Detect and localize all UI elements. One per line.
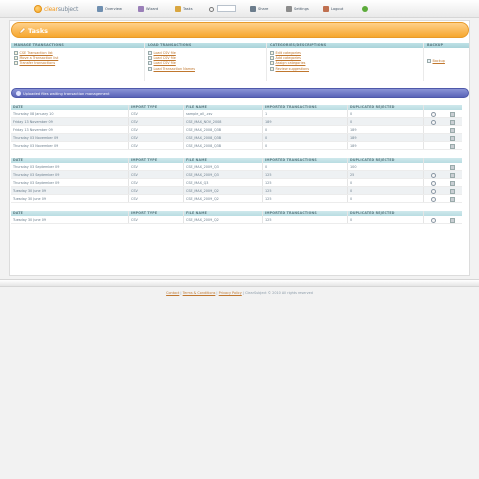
tasks-icon — [175, 6, 181, 12]
export-icon[interactable] — [450, 217, 455, 223]
task-sections: Manage Transactions CSE Transaction list… — [11, 43, 469, 81]
nav-wizard-label: Wizard — [146, 7, 159, 11]
nav-logout-label: Logout — [331, 7, 344, 11]
footer-link-privacy[interactable]: Privacy Policy — [219, 291, 242, 295]
view-icon[interactable] — [431, 172, 436, 178]
nav-tasks[interactable]: Tasks — [175, 5, 193, 13]
logout-icon — [323, 6, 329, 12]
uploads-table: Date Import Type File Name Imported Tran… — [11, 211, 462, 224]
footer-link-contact[interactable]: Contact — [166, 291, 179, 295]
backup-link[interactable]: Backup — [427, 58, 466, 63]
logo-mark-icon — [34, 5, 42, 13]
file-icon — [148, 50, 152, 55]
settings-icon — [286, 6, 292, 12]
table-row: Thursday 08 January 10 CSV sample_all_.csv… — [11, 110, 462, 118]
nav-logout[interactable]: Logout — [323, 5, 343, 13]
table-row: Thursday 03 September 09 CSV CSE_MAX_2009_… — [11, 171, 462, 179]
nav-settings-label: Settings — [294, 7, 309, 11]
export-icon[interactable] — [450, 180, 455, 186]
footer-link-terms[interactable]: Terms & Conditions — [183, 291, 216, 295]
nav-search[interactable] — [209, 5, 214, 13]
backup-icon — [427, 58, 431, 63]
nav-overview-label: Overview — [105, 7, 122, 11]
section-link[interactable]: Transfer transactions — [14, 61, 141, 66]
document-icon — [14, 56, 18, 61]
search-icon — [209, 6, 214, 12]
export-icon[interactable] — [450, 119, 455, 125]
table-row: Tuesday 30 June 09 CSV CSE_MAX_2009_Q2 125 0 — [11, 195, 462, 203]
footer-band — [0, 279, 479, 287]
nav-overview[interactable]: Overview — [97, 5, 122, 13]
search-input[interactable] — [217, 5, 236, 12]
export-icon[interactable] — [450, 188, 455, 194]
category-icon — [270, 56, 274, 61]
uploaded-files-title: Uploaded files waiting transaction manag… — [23, 91, 110, 96]
footer: Contact | Terms & Conditions | Privacy P… — [166, 291, 313, 295]
top-navigation-bar: clearsubject Overview Wizard Tasks Share… — [0, 0, 479, 18]
file-icon — [148, 61, 152, 66]
nav-wizard[interactable]: Wizard — [138, 5, 158, 13]
export-icon[interactable] — [450, 111, 455, 117]
page-title: Tasks — [28, 27, 49, 35]
table-row: Thursday 03 November 09 CSV CSE_MAX_2008_Q… — [11, 142, 462, 150]
table-row: Thursday 03 September 09 CSV CSE_MAX_Q3 125… — [11, 179, 462, 187]
view-icon[interactable] — [431, 119, 436, 125]
table-row: Thursday 03 September 09 CSV CSE_MAX_2009_… — [11, 163, 462, 171]
share-icon — [250, 6, 256, 12]
view-icon[interactable] — [431, 217, 436, 223]
uploaded-files-bar: Uploaded files waiting transaction manag… — [11, 88, 469, 98]
category-icon — [270, 61, 274, 66]
nav-settings[interactable]: Settings — [286, 5, 309, 13]
app-logo[interactable]: clearsubject — [34, 3, 78, 15]
uploads-table: Date Import Type File Name Imported Tran… — [11, 105, 462, 150]
logo-text: clearsubject — [44, 5, 79, 13]
view-icon[interactable] — [431, 180, 436, 186]
export-icon[interactable] — [450, 143, 455, 149]
help-icon — [362, 6, 368, 12]
table-row: Tuesday 30 June 09 CSV CSE_MAX_2009_Q2 125 0 — [11, 187, 462, 195]
section-link[interactable]: Review suggestions — [270, 66, 420, 71]
export-icon[interactable] — [450, 196, 455, 202]
export-icon[interactable] — [450, 172, 455, 178]
section-load-transactions: Load Transactions Load CSV file Load CSV… — [145, 43, 267, 81]
view-icon[interactable] — [431, 196, 436, 202]
nav-share[interactable]: Share — [250, 5, 268, 13]
nav-help[interactable] — [362, 5, 368, 13]
section-manage-transactions: Manage Transactions CSE Transaction list… — [11, 43, 145, 81]
export-icon[interactable] — [450, 135, 455, 141]
section-backup: Backup Backup — [424, 43, 469, 81]
category-icon — [270, 66, 274, 71]
document-icon — [14, 61, 18, 66]
view-icon[interactable] — [431, 111, 436, 117]
table-row: Tuesday 30 June 09 CSV CSE_MAX_2009_Q2 125 0 — [11, 216, 462, 224]
file-icon — [148, 66, 152, 71]
section-link[interactable]: Load Transaction Names — [148, 66, 263, 71]
table-row: Friday 13 November 09 CSV CSE_MAX_2008_Q3B… — [11, 126, 462, 134]
overview-icon — [97, 6, 103, 12]
section-categories: Categories/Descriptions Edit categories … — [267, 43, 424, 81]
document-icon — [14, 50, 18, 55]
table-row: Friday 13 November 09 CSV CSE_MAX_NOV_2008… — [11, 118, 462, 126]
wizard-icon — [138, 6, 144, 12]
view-icon[interactable] — [431, 188, 436, 194]
pencil-icon — [19, 27, 26, 34]
table-row: Thursday 03 November 09 CSV CSE_MAX_2008_Q… — [11, 134, 462, 142]
copyright-text: ClearSubject © 2010 All rights reserved — [245, 291, 313, 295]
export-icon[interactable] — [450, 127, 455, 133]
main-panel: Tasks Manage Transactions CSE Transactio… — [9, 20, 470, 276]
nav-tasks-label: Tasks — [183, 7, 193, 11]
category-icon — [270, 50, 274, 55]
export-icon[interactable] — [450, 164, 455, 170]
info-icon — [16, 91, 21, 96]
tasks-header: Tasks — [11, 22, 469, 38]
nav-share-label: Share — [258, 7, 269, 11]
file-icon — [148, 56, 152, 61]
uploads-table: Date Import Type File Name Imported Tran… — [11, 158, 462, 203]
